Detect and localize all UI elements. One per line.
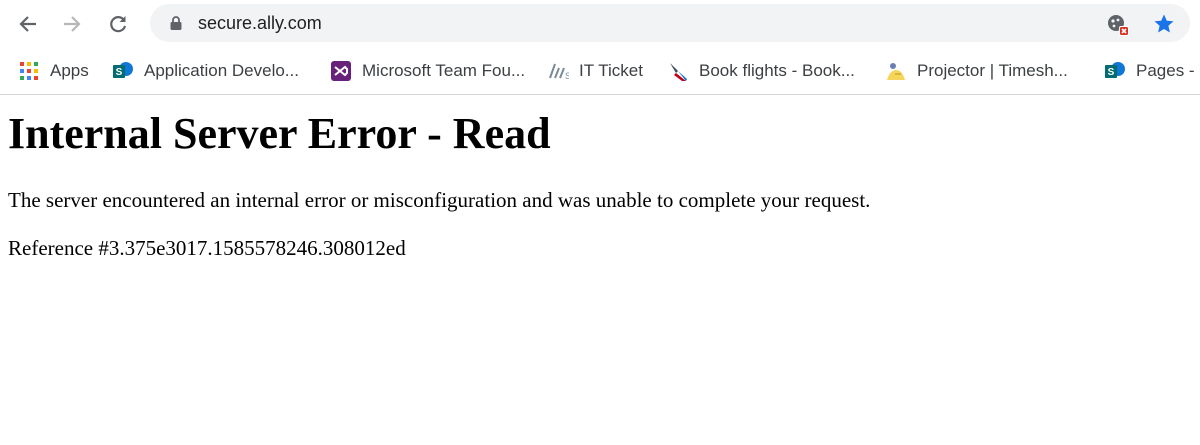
bookmark-label: IT Ticket <box>579 61 643 80</box>
reload-icon <box>110 16 127 33</box>
bookmark-label: Application Develo... <box>144 61 299 80</box>
url-text[interactable]: secure.ally.com <box>198 12 322 34</box>
american-airlines-icon <box>667 60 689 82</box>
bookmark-label: Projector | Timesh... <box>917 61 1068 80</box>
error-message: The server encountered an internal error… <box>8 188 871 212</box>
bookmark-label: Microsoft Team Fou... <box>362 61 526 80</box>
error-reference: Reference #3.375e3017.1585578246.308012e… <box>8 236 406 260</box>
projector-icon <box>885 60 907 82</box>
bookmark-pages[interactable]: S Pages - C <box>1104 58 1200 84</box>
arrow-left-icon <box>19 16 36 32</box>
blocked-content-icon[interactable] <box>1106 13 1130 37</box>
forward-button[interactable] <box>58 10 86 38</box>
sharepoint-icon: S <box>1104 60 1126 82</box>
svg-text:S: S <box>565 71 569 81</box>
servicenow-icon: S <box>547 60 569 82</box>
visual-studio-icon <box>330 60 352 82</box>
bookmark-label: Pages - C <box>1136 61 1200 80</box>
arrow-right-icon <box>64 16 81 32</box>
bookmark-application-develo[interactable]: S Application Develo... <box>112 58 299 84</box>
bookmark-book-flights[interactable]: Book flights - Book... <box>667 58 855 84</box>
bookmarks-bar: Apps S Application Develo... Microsoft T… <box>0 48 1200 95</box>
bookmark-it-ticket[interactable]: S IT Ticket <box>547 58 643 84</box>
apps-grid-icon <box>18 60 40 82</box>
reload-button[interactable] <box>104 10 132 38</box>
address-bar[interactable]: secure.ally.com <box>150 4 1190 42</box>
browser-toolbar: secure.ally.com <box>0 0 1200 48</box>
star-icon[interactable] <box>1152 12 1176 36</box>
back-button[interactable] <box>14 10 42 38</box>
page-title: Internal Server Error - Read <box>8 109 551 158</box>
svg-text:S: S <box>116 67 123 78</box>
page-content: Internal Server Error - Read The server … <box>8 95 1192 261</box>
bookmark-projector[interactable]: Projector | Timesh... <box>885 58 1068 84</box>
svg-text:S: S <box>1108 67 1115 78</box>
bookmark-apps[interactable]: Apps <box>18 58 89 84</box>
bookmark-label: Book flights - Book... <box>699 61 855 80</box>
sharepoint-icon: S <box>112 60 134 82</box>
bookmark-label: Apps <box>50 61 89 80</box>
bookmark-microsoft-team-fou[interactable]: Microsoft Team Fou... <box>330 58 525 84</box>
lock-icon[interactable] <box>168 15 184 31</box>
